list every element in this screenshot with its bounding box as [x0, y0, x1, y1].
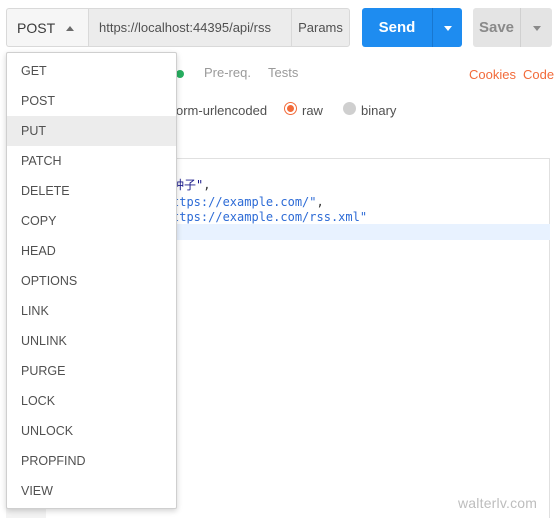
method-select[interactable]: POST — [6, 8, 88, 47]
dropdown-item-delete[interactable]: DELETE — [7, 176, 176, 206]
chevron-down-icon — [533, 26, 541, 31]
method-select-value: POST — [17, 19, 56, 36]
code-line: 种子", — [150, 176, 550, 194]
caret-up-icon — [66, 26, 74, 31]
dropdown-item-put[interactable]: PUT — [7, 116, 176, 146]
dropdown-item-copy[interactable]: COPY — [7, 206, 176, 236]
code-line-active — [150, 224, 550, 240]
chevron-down-icon — [444, 26, 452, 31]
method-dropdown: GET POST PUT PATCH DELETE COPY HEAD OPTI… — [6, 52, 177, 509]
watermark: walterlv.com — [458, 495, 538, 511]
dropdown-item-options[interactable]: OPTIONS — [7, 266, 176, 296]
tab-pre-request[interactable]: Pre-req. — [204, 65, 251, 80]
dropdown-item-post[interactable]: POST — [7, 86, 176, 116]
save-options-button[interactable] — [520, 8, 552, 47]
dropdown-item-unlink[interactable]: UNLINK — [7, 326, 176, 356]
code-string: ttps://example.com/rss.xml" — [172, 210, 368, 224]
dropdown-item-lock[interactable]: LOCK — [7, 386, 176, 416]
dropdown-item-view[interactable]: VIEW — [7, 476, 176, 506]
radio-label-raw[interactable]: raw — [302, 103, 323, 118]
body-tab-indicator-icon — [176, 70, 184, 78]
code-punct: , — [203, 178, 211, 192]
radio-raw[interactable] — [284, 102, 297, 115]
code-editor[interactable]: 种子", ttps://example.com/", ttps://exampl… — [150, 158, 550, 518]
code-link[interactable]: Code — [523, 67, 554, 82]
radio-label-urlencoded[interactable]: orm-urlencoded — [176, 103, 267, 118]
save-button[interactable]: Save — [473, 8, 520, 47]
dropdown-item-get[interactable]: GET — [7, 56, 176, 86]
dropdown-item-patch[interactable]: PATCH — [7, 146, 176, 176]
send-options-button[interactable] — [432, 8, 462, 47]
cookies-link[interactable]: Cookies — [469, 67, 516, 82]
radio-label-binary[interactable]: binary — [361, 103, 396, 118]
dropdown-item-purge[interactable]: PURGE — [7, 356, 176, 386]
send-button[interactable]: Send — [362, 8, 432, 47]
radio-binary[interactable] — [343, 102, 356, 115]
tab-tests[interactable]: Tests — [268, 65, 298, 80]
params-button[interactable]: Params — [291, 8, 350, 47]
code-string: ttps://example.com/" — [172, 195, 317, 209]
dropdown-item-propfind[interactable]: PROPFIND — [7, 446, 176, 476]
code-punct: , — [316, 195, 324, 209]
url-input[interactable] — [88, 8, 291, 47]
dropdown-item-unlock[interactable]: UNLOCK — [7, 416, 176, 446]
dropdown-item-head[interactable]: HEAD — [7, 236, 176, 266]
dropdown-item-link[interactable]: LINK — [7, 296, 176, 326]
